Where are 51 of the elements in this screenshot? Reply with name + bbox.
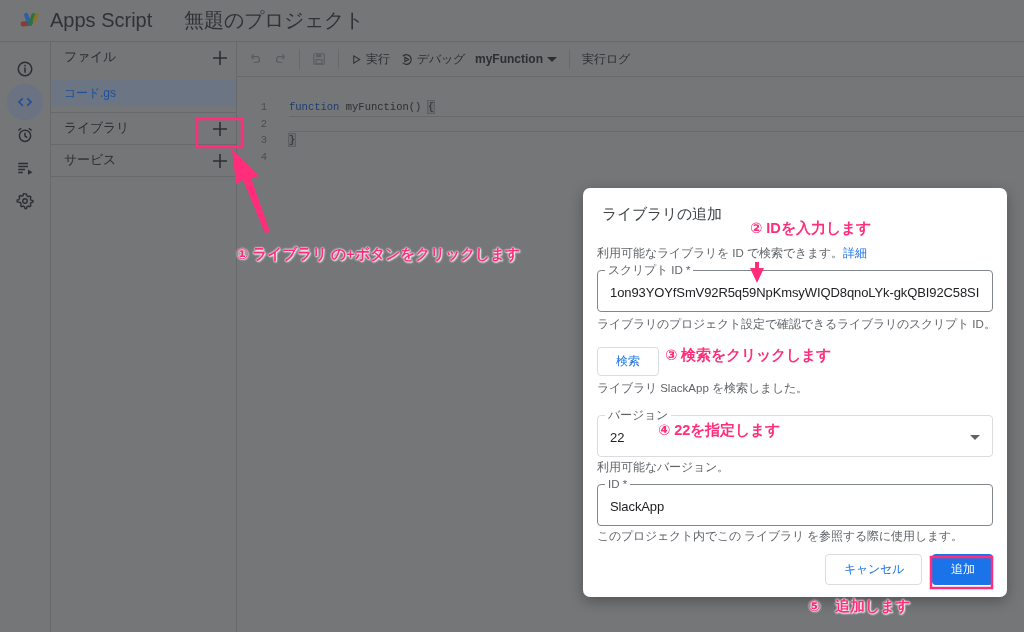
save-icon [312,52,326,66]
alarm-clock-icon [16,126,34,144]
pointer-arrow [750,262,764,283]
plus-icon [212,49,228,66]
redo-icon [273,52,287,66]
field-label: ID * [607,477,629,491]
project-title[interactable]: 無題のプロジェクト [184,7,365,34]
caret-icon [547,56,557,62]
annotation-text: ⑤ 追加します [808,597,911,616]
save-button[interactable] [310,50,328,68]
annotation-text: ② IDを入力します [750,219,871,238]
debug-icon [400,52,413,66]
search-button[interactable]: 検索 [597,347,659,376]
add-button[interactable] [212,49,228,66]
cancel-button[interactable]: キャンセル [825,554,922,585]
field-label: バージョン [607,408,669,422]
field-hint: 利用可能なバージョン。 [597,460,730,475]
run-button[interactable]: 実行 [349,48,392,70]
plus-icon [212,120,228,137]
function-dropdown[interactable]: myFunction [473,50,559,68]
add-button[interactable] [212,120,228,137]
highlight-frame [929,555,994,590]
highlight-frame [195,117,244,149]
section-label: ファイル [64,49,116,66]
annotation-text: ③ 検索をクリックします [665,346,832,365]
section-label: ライブラリ [64,120,129,137]
caret-icon [970,434,980,440]
field-hint: このプロジェクト内でこの ライブラリ を参照する際に使用します。 [597,529,965,544]
add-button[interactable]: 追加 [932,554,993,585]
field-hint: ライブラリのプロジェクト設定で確認できるライブラリのスクリプト ID。 [597,317,993,332]
field-value: SlackApp [610,498,665,514]
dialog-title: ライブラリの追加 [602,205,723,224]
dialog-description: 利用可能なライブラリを ID で検索できます。詳細 [597,246,868,261]
code-line: function myFunction() { [289,100,435,116]
product-name: Apps Script [50,9,153,32]
add-button[interactable] [212,152,228,169]
undo-icon [249,52,263,66]
settings-icon [16,192,34,210]
plus-icon [212,152,228,169]
details-link[interactable]: 詳細 [842,247,867,259]
rail-tab[interactable] [7,84,43,120]
field-value: 22 [610,429,625,445]
field-value: 1on93YOYfSmV92R5q59NpKmsyWIQD8qnoLYk-gkQBI92C58SI [610,284,980,300]
debug-button[interactable]: デバッグ [398,48,467,70]
info-icon [16,60,34,78]
annotation-text: ① ライブラリ の+ボタンをクリックします [236,245,520,264]
play-icon [351,53,362,65]
search-result-text: ライブラリ SlackApp を検索しました。 [597,381,809,396]
text-field[interactable]: ID * SlackApp [597,477,993,526]
annotation-text: ④ 22を指定します [658,421,781,440]
field-label: スクリプト ID * [607,263,692,277]
